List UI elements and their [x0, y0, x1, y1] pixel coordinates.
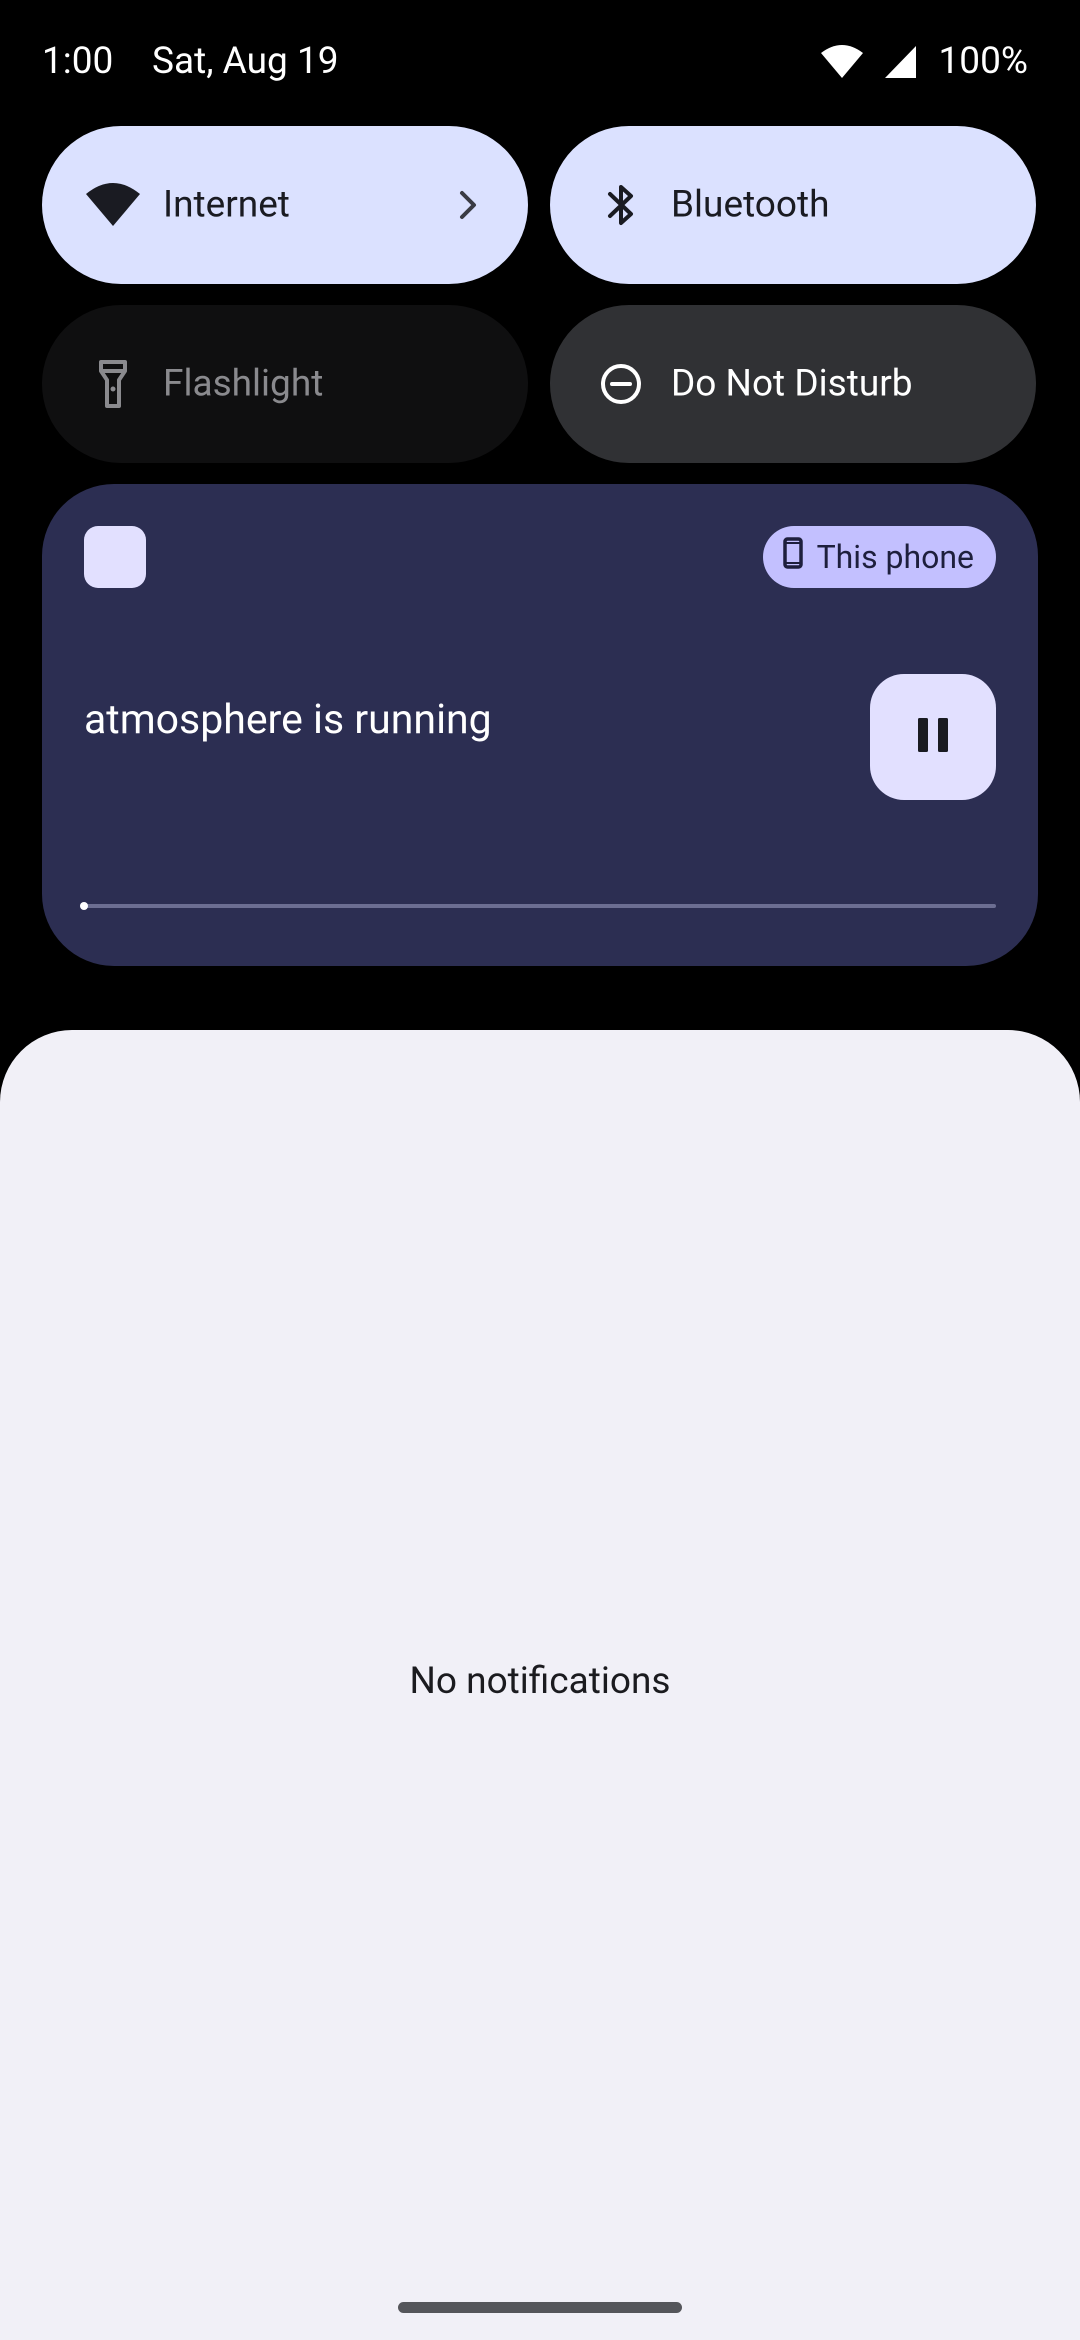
bluetooth-tile[interactable]: Bluetooth [550, 126, 1036, 284]
notification-shade: No notifications [0, 1030, 1080, 2340]
pause-button[interactable] [870, 674, 996, 800]
media-seekbar[interactable] [80, 902, 996, 910]
seekbar-thumb[interactable] [80, 902, 88, 910]
tile-label: Do Not Disturb [671, 362, 913, 406]
output-device-chip[interactable]: This phone [762, 526, 996, 588]
do-not-disturb-tile[interactable]: Do Not Disturb [550, 305, 1036, 463]
do-not-disturb-icon [592, 355, 650, 413]
battery-percentage: 100% [938, 40, 1028, 83]
tile-label: Bluetooth [671, 183, 830, 227]
flashlight-tile[interactable]: Flashlight [42, 305, 528, 463]
phone-icon [782, 537, 803, 577]
tile-label: Internet [163, 183, 290, 227]
output-device-label: This phone [816, 538, 974, 576]
no-notifications-text: No notifications [409, 1660, 671, 1703]
cell-signal-icon [884, 45, 917, 79]
tile-label: Flashlight [163, 362, 324, 406]
album-art [84, 526, 146, 588]
wifi-icon [84, 176, 142, 234]
flashlight-icon [84, 355, 142, 413]
status-time: 1:00 [42, 40, 114, 83]
home-indicator[interactable] [398, 2302, 682, 2313]
internet-tile[interactable]: Internet [42, 126, 528, 284]
bluetooth-icon [592, 176, 650, 234]
media-title: atmosphere is running [84, 696, 492, 744]
status-icons: 100% [820, 40, 1028, 83]
wifi-icon [820, 44, 863, 79]
status-date: Sat, Aug 19 [152, 40, 339, 83]
pause-icon [916, 716, 950, 758]
chevron-right-icon[interactable] [448, 185, 488, 225]
media-player-card[interactable]: This phone atmosphere is running [42, 484, 1038, 966]
